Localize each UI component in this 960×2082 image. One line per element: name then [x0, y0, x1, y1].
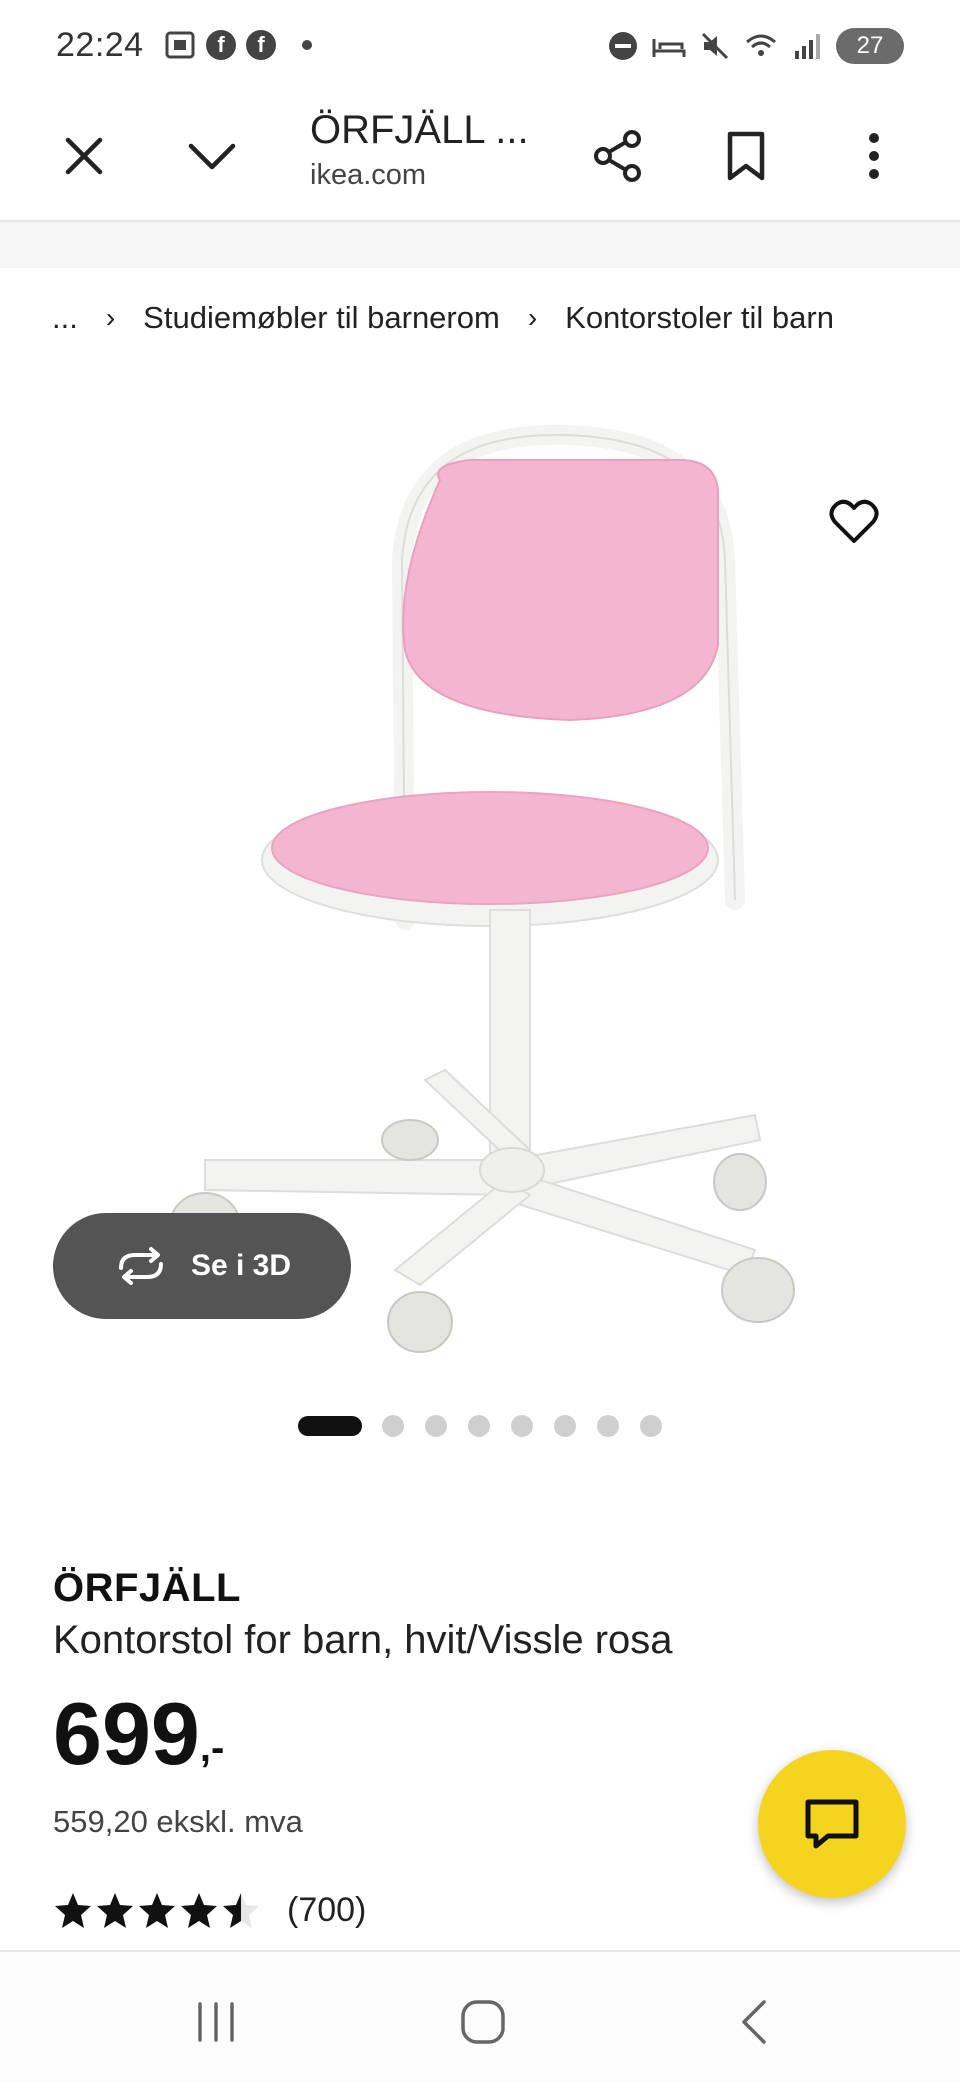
product-name: ÖRFJÄLL — [53, 1566, 241, 1610]
view-3d-button[interactable]: Se i 3D — [53, 1213, 351, 1319]
bookmark-icon — [727, 131, 765, 181]
minimize-button[interactable] — [172, 116, 252, 196]
gallery-dot[interactable] — [640, 1415, 662, 1437]
product-description: Kontorstol for barn, hvit/Vissle rosa — [53, 1618, 673, 1662]
do-not-disturb-icon — [608, 31, 638, 61]
more-options-button[interactable] — [834, 116, 914, 196]
back-button[interactable] — [713, 1982, 793, 2062]
gallery-dot[interactable] — [511, 1415, 533, 1437]
close-icon — [65, 137, 103, 175]
gallery-dot[interactable] — [554, 1415, 576, 1437]
view-3d-label: Se i 3D — [190, 1249, 292, 1282]
close-button[interactable] — [44, 116, 124, 196]
star-half-icon — [223, 1893, 259, 1928]
back-icon — [742, 2000, 766, 2044]
review-count: (700) — [287, 1890, 367, 1929]
battery-indicator: 27 — [836, 28, 904, 64]
system-navigation-bar — [0, 1950, 960, 2082]
price-excl-vat: 559,20 ekskl. mva — [53, 1804, 303, 1839]
chevron-down-icon — [188, 143, 236, 170]
status-system-icons: 27 — [608, 28, 904, 64]
breadcrumb-item-study-furniture[interactable]: Studiemøbler til barnerom — [143, 300, 500, 336]
breadcrumb: ... › Studiemøbler til barnerom › Kontor… — [52, 300, 834, 336]
status-bar: 22:24 f f 27 — [0, 0, 960, 92]
status-time: 22:24 — [56, 26, 144, 64]
gallery-dot[interactable] — [382, 1415, 404, 1437]
chevron-right-icon: › — [105, 302, 116, 333]
heart-icon — [829, 499, 879, 543]
browser-toolbar: ÖRFJÄLL ... ikea.com — [0, 92, 960, 222]
product-price: 699 ,- — [53, 1690, 224, 1778]
wifi-icon — [744, 31, 778, 61]
chevron-right-icon: › — [527, 302, 538, 333]
recent-apps-button[interactable] — [176, 1982, 256, 2062]
signal-icon — [792, 31, 822, 61]
notification-dot — [302, 40, 312, 50]
sleep-mode-icon — [652, 31, 686, 61]
status-notification-icons: f f — [164, 30, 312, 60]
chat-button[interactable] — [758, 1750, 906, 1898]
chat-icon — [805, 1799, 859, 1849]
price-value: 699 — [53, 1684, 200, 1783]
star-full-icon — [181, 1893, 217, 1928]
favorite-button[interactable] — [816, 484, 892, 560]
gallery-dot-active[interactable] — [298, 1416, 362, 1436]
screenshot-icon — [164, 30, 196, 60]
facebook-icon: f — [206, 30, 236, 60]
star-full-icon — [139, 1893, 175, 1928]
bookmark-button[interactable] — [706, 116, 786, 196]
gallery-dot[interactable] — [597, 1415, 619, 1437]
gallery-dot[interactable] — [468, 1415, 490, 1437]
breadcrumb-ellipsis[interactable]: ... — [52, 300, 78, 336]
recent-apps-icon — [198, 2002, 234, 2042]
breadcrumb-item-office-chairs[interactable]: Kontorstoler til barn — [565, 300, 834, 336]
mute-icon — [700, 31, 730, 61]
gallery-dot[interactable] — [425, 1415, 447, 1437]
share-button[interactable] — [578, 116, 658, 196]
price-suffix: ,- — [199, 1726, 225, 1770]
star-full-icon — [97, 1893, 133, 1928]
page-title-block[interactable]: ÖRFJÄLL ... ikea.com — [310, 98, 570, 192]
star-full-icon — [55, 1893, 91, 1928]
page-title: ÖRFJÄLL ... — [310, 108, 529, 152]
page-header-strip — [0, 222, 960, 268]
rotate-3d-icon — [118, 1247, 163, 1285]
home-button[interactable] — [443, 1982, 523, 2062]
share-icon — [594, 130, 641, 182]
facebook-icon: f — [246, 30, 276, 60]
home-icon — [461, 2000, 505, 2044]
page-url: ikea.com — [310, 159, 427, 191]
product-rating[interactable]: (700) — [53, 1890, 366, 1930]
gallery-pagination — [298, 1415, 683, 1437]
more-vert-icon — [869, 133, 879, 179]
